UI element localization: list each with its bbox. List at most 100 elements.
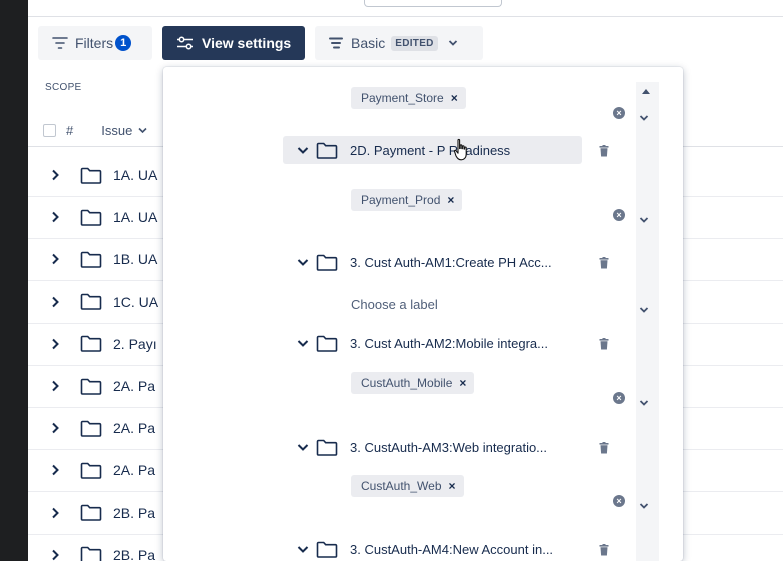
filter-icon bbox=[52, 36, 68, 50]
folder-icon bbox=[316, 335, 338, 352]
trash-icon[interactable] bbox=[599, 337, 609, 355]
folder-icon bbox=[80, 251, 102, 268]
hand-cursor-icon bbox=[453, 138, 471, 167]
chevron-right-icon[interactable] bbox=[42, 253, 68, 265]
chevron-right-icon[interactable] bbox=[42, 422, 68, 434]
table-row[interactable]: 1B. UA bbox=[28, 247, 168, 271]
label-select-placeholder[interactable]: Choose a label bbox=[351, 297, 438, 312]
trash-icon[interactable] bbox=[599, 543, 609, 561]
toolbar: Filters 1 View settings Basic EDITED bbox=[28, 26, 783, 60]
group-title: 2D. Payment - P Readiness bbox=[350, 142, 511, 158]
clear-icon[interactable]: × bbox=[613, 209, 625, 221]
clear-icon[interactable]: × bbox=[613, 107, 625, 119]
folder-icon bbox=[80, 167, 102, 184]
group-title: 3. CustAuth-AM4:New Account in... bbox=[350, 541, 554, 557]
edited-badge: EDITED bbox=[391, 35, 438, 51]
chevron-right-icon[interactable] bbox=[42, 380, 68, 392]
table-row[interactable]: 2A. Pa bbox=[28, 416, 168, 440]
select-all-checkbox[interactable] bbox=[43, 123, 56, 137]
group-title: 3. Cust Auth-AM1:Create PH Acc... bbox=[350, 254, 552, 270]
remove-tag-icon[interactable]: × bbox=[459, 376, 466, 390]
clear-icon[interactable]: × bbox=[613, 495, 625, 507]
group-item[interactable]: 3. Cust Auth-AM1:Create PH Acc... bbox=[283, 248, 552, 276]
folder-icon bbox=[80, 504, 102, 521]
table-row[interactable]: 2B. Pa bbox=[28, 543, 168, 561]
label-tag[interactable]: Payment_Store × bbox=[351, 87, 466, 109]
view-settings-button[interactable]: View settings bbox=[162, 26, 305, 60]
remove-tag-icon[interactable]: × bbox=[449, 479, 456, 493]
basic-view-dropdown[interactable]: Basic EDITED bbox=[315, 26, 483, 60]
view-settings-label: View settings bbox=[202, 35, 292, 51]
folder-icon bbox=[80, 546, 102, 561]
chevron-right-icon[interactable] bbox=[42, 338, 68, 350]
chevron-down-icon[interactable] bbox=[297, 443, 309, 452]
label-tag-text: Payment_Prod bbox=[361, 193, 441, 207]
trash-icon[interactable] bbox=[599, 256, 609, 274]
chevron-down-icon[interactable] bbox=[297, 146, 309, 155]
group-title: 3. Cust Auth-AM2:Mobile integra... bbox=[350, 335, 548, 351]
chevron-down-icon[interactable] bbox=[639, 211, 649, 229]
clear-icon[interactable]: × bbox=[613, 392, 625, 404]
app-window: Filters 1 View settings Basic EDITED SCO… bbox=[28, 0, 783, 561]
row-title: 2A. Pa bbox=[113, 420, 156, 437]
chevron-down-icon[interactable] bbox=[138, 127, 147, 134]
label-tag[interactable]: CustAuth_Web × bbox=[351, 475, 464, 497]
chevron-right-icon[interactable] bbox=[42, 507, 68, 519]
table-row[interactable]: 2A. Pa bbox=[28, 458, 168, 482]
chevron-down-icon[interactable] bbox=[639, 497, 649, 515]
row-title: 2A. Pa bbox=[113, 462, 156, 479]
table-row[interactable]: 1C. UA bbox=[28, 290, 168, 314]
label-tag-text: Payment_Store bbox=[361, 91, 444, 105]
label-tag[interactable]: Payment_Prod × bbox=[351, 189, 463, 211]
scroll-up-arrow[interactable] bbox=[642, 89, 650, 94]
trash-icon[interactable] bbox=[599, 441, 609, 459]
chevron-down-icon bbox=[448, 39, 458, 47]
table-row[interactable]: 2A. Pa bbox=[28, 374, 168, 398]
row-title: 1B. UA bbox=[113, 251, 158, 268]
view-settings-panel: Payment_Store × × 2D. Payment - P Readiness… bbox=[163, 67, 683, 561]
table-row[interactable]: 1A. UA bbox=[28, 163, 168, 187]
group-item[interactable]: 3. CustAuth-AM4:New Account in... bbox=[283, 535, 553, 561]
row-title: 2B. Pa bbox=[113, 546, 156, 561]
folder-icon bbox=[80, 209, 102, 226]
filters-label: Filters bbox=[75, 35, 114, 51]
folder-icon bbox=[80, 335, 102, 353]
chevron-right-icon[interactable] bbox=[42, 464, 68, 476]
chevron-down-icon[interactable] bbox=[297, 339, 309, 348]
table-row[interactable]: 1A. UA bbox=[28, 205, 168, 229]
label-tag[interactable]: CustAuth_Mobile × bbox=[351, 372, 475, 394]
table-header: # Issue bbox=[43, 120, 183, 140]
chevron-down-icon[interactable] bbox=[297, 545, 309, 554]
folder-icon bbox=[316, 142, 338, 159]
col-number: # bbox=[66, 122, 74, 138]
folder-icon bbox=[80, 378, 102, 395]
group-item[interactable]: 2D. Payment - P Readiness bbox=[283, 136, 582, 164]
chevron-down-icon[interactable] bbox=[639, 394, 649, 412]
table-row[interactable]: 2B. Pa bbox=[28, 501, 168, 525]
top-control[interactable] bbox=[364, 0, 502, 7]
chevron-down-icon[interactable] bbox=[297, 258, 309, 267]
group-item[interactable]: 3. CustAuth-AM3:Web integratio... bbox=[283, 433, 547, 461]
row-title: 2. Payı bbox=[113, 335, 157, 352]
chevron-right-icon[interactable] bbox=[42, 296, 68, 308]
col-issue[interactable]: Issue bbox=[101, 123, 132, 138]
folder-icon bbox=[316, 541, 338, 558]
chevron-right-icon[interactable] bbox=[42, 549, 68, 561]
layout-icon bbox=[329, 36, 343, 50]
table-row[interactable]: 2. Payı bbox=[28, 332, 168, 356]
trash-icon[interactable] bbox=[599, 144, 609, 162]
sliders-icon bbox=[176, 36, 194, 50]
row-title: 1C. UA bbox=[113, 293, 159, 310]
group-item[interactable]: 3. Cust Auth-AM2:Mobile integra... bbox=[283, 329, 548, 357]
chevron-right-icon[interactable] bbox=[42, 211, 68, 223]
filters-button[interactable]: Filters 1 bbox=[38, 26, 152, 60]
chevron-down-icon[interactable] bbox=[639, 109, 649, 127]
chevron-down-icon[interactable] bbox=[639, 301, 649, 319]
chevron-right-icon[interactable] bbox=[42, 169, 68, 181]
folder-icon bbox=[316, 254, 338, 271]
panel-scrollbar[interactable] bbox=[636, 82, 659, 561]
filters-count-badge: 1 bbox=[115, 35, 132, 51]
remove-tag-icon[interactable]: × bbox=[451, 91, 458, 105]
folder-icon bbox=[316, 439, 338, 456]
remove-tag-icon[interactable]: × bbox=[447, 193, 454, 207]
